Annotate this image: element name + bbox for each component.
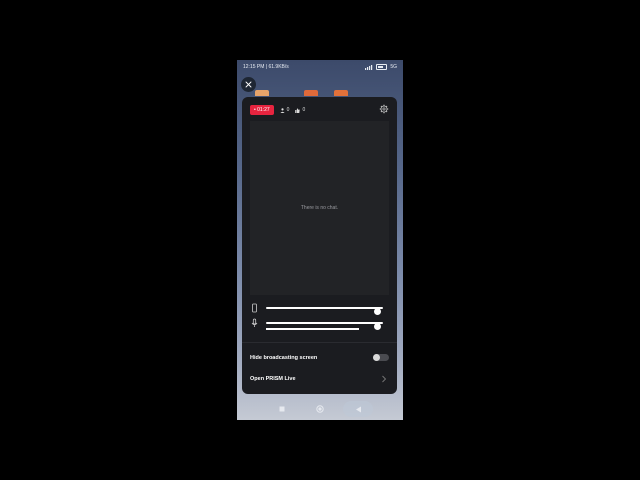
thumbs-up-icon — [295, 107, 301, 113]
phone-icon — [252, 303, 257, 313]
app-icon — [304, 90, 318, 96]
hide-broadcasting-toggle[interactable] — [373, 354, 389, 361]
toggle-knob — [373, 354, 380, 361]
signal-icon — [365, 64, 373, 70]
microphone-icon — [251, 318, 258, 327]
gear-icon[interactable] — [379, 104, 389, 114]
phone-screen: 12:15 PM | 61.9KB/s 5G • 01:27 0 0 There… — [237, 60, 403, 420]
open-prism-row[interactable]: Open PRISM Live — [250, 372, 389, 386]
chevron-right-icon — [382, 375, 387, 383]
live-timer-badge: • 01:27 — [250, 105, 274, 115]
circle-icon — [316, 405, 324, 413]
mic-volume-row — [250, 318, 389, 330]
navigation-bar — [237, 398, 403, 420]
status-bar: 12:15 PM | 61.9KB/s 5G — [237, 60, 403, 74]
panel-header: • 01:27 0 0 — [250, 103, 389, 117]
person-icon — [280, 107, 285, 113]
recents-button[interactable] — [277, 404, 287, 414]
app-icon — [255, 90, 269, 96]
empty-chat-message: There is no chat. — [300, 205, 339, 211]
broadcast-panel: • 01:27 0 0 There is no chat. Hide broad… — [242, 97, 397, 394]
close-icon — [245, 81, 252, 88]
status-icons: 5G — [365, 64, 397, 70]
status-network: 5G — [390, 64, 397, 70]
hide-broadcasting-row[interactable]: Hide broadcasting screen — [250, 351, 389, 365]
app-icon — [334, 90, 348, 96]
device-volume-row — [250, 303, 389, 315]
viewer-count: 0 — [280, 107, 289, 113]
close-button[interactable] — [241, 77, 256, 92]
status-time: 12:15 PM | 61.9KB/s — [243, 64, 289, 70]
open-prism-label: Open PRISM Live — [250, 376, 296, 382]
square-icon — [279, 406, 285, 412]
battery-icon — [376, 64, 388, 70]
device-volume-slider[interactable] — [266, 307, 383, 315]
device-volume-thumb[interactable] — [374, 308, 382, 315]
hide-broadcasting-label: Hide broadcasting screen — [250, 355, 318, 361]
mic-volume-slider[interactable] — [266, 322, 383, 330]
divider — [242, 342, 397, 343]
mic-level-meter — [266, 328, 359, 330]
chat-area: There is no chat. — [250, 121, 389, 295]
mic-volume-thumb[interactable] — [374, 323, 382, 330]
back-triangle-icon — [355, 406, 361, 412]
home-button[interactable] — [315, 404, 325, 414]
like-count: 0 — [295, 107, 305, 113]
back-button[interactable] — [353, 404, 363, 414]
